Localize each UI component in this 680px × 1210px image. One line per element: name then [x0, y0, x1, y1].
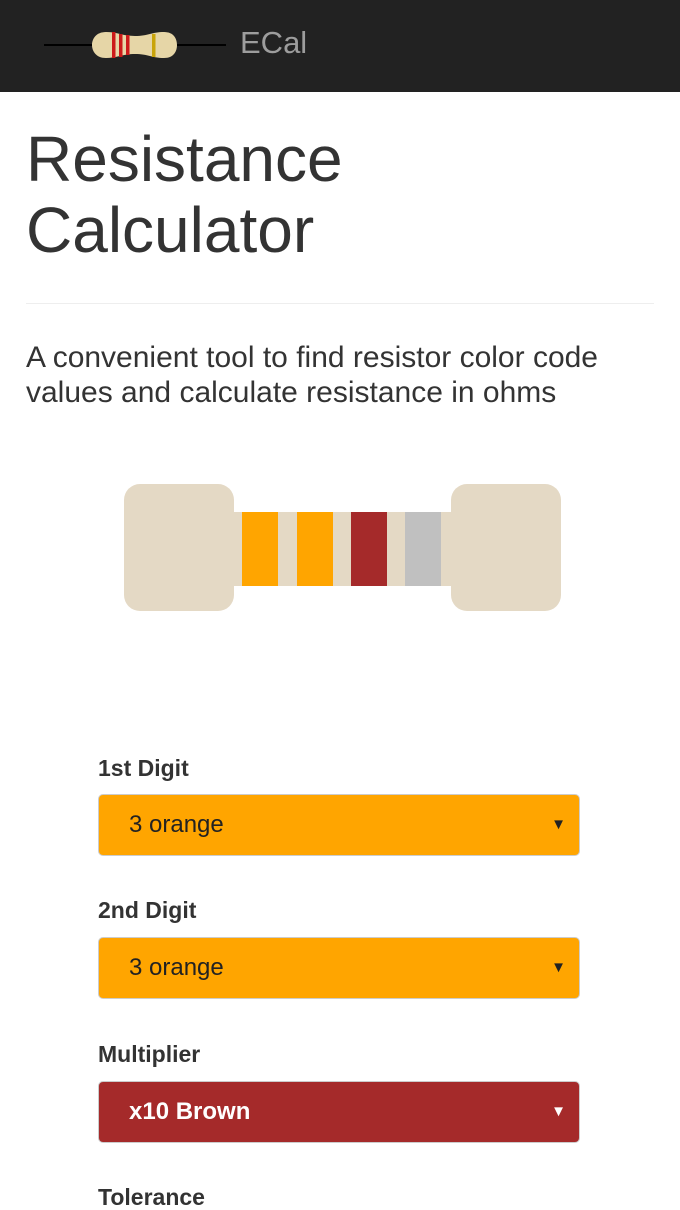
first-digit-value: 3 orange [129, 811, 224, 838]
second-digit-select[interactable]: 3 orange ▼ [98, 937, 580, 999]
first-digit-label: 1st Digit [98, 755, 189, 781]
divider [26, 303, 654, 304]
resistor-band-tolerance [405, 512, 441, 586]
navbar: ECal [0, 0, 680, 92]
chevron-down-icon: ▼ [551, 1103, 566, 1120]
chevron-down-icon: ▼ [551, 816, 566, 833]
resistor-band-1 [242, 512, 278, 586]
resistor-left-cap [124, 484, 234, 611]
second-digit-value: 3 orange [129, 954, 224, 981]
multiplier-value: x10 Brown [129, 1098, 251, 1125]
brand-name[interactable]: ECal [240, 24, 307, 62]
resistor-logo-icon[interactable] [44, 26, 226, 64]
first-digit-select[interactable]: 3 orange ▼ [98, 794, 580, 856]
page-title-line-2: Calculator [26, 194, 315, 266]
multiplier-label: Multiplier [98, 1041, 201, 1067]
resistor-band-multiplier [351, 512, 387, 586]
multiplier-select[interactable]: x10 Brown ▼ [98, 1081, 580, 1143]
page-title-line-1: Resistance [26, 123, 343, 195]
resistor-right-cap [451, 484, 561, 611]
resistor-band-2 [297, 512, 333, 586]
lead-line-1: A convenient tool to find resistor color… [26, 341, 598, 374]
second-digit-label: 2nd Digit [98, 897, 197, 923]
lead-description: A convenient tool to find resistor color… [26, 340, 666, 410]
chevron-down-icon: ▼ [551, 959, 566, 976]
resistor-preview [124, 484, 561, 611]
tolerance-label: Tolerance [98, 1184, 205, 1210]
lead-line-2: values and calculate resistance in ohms [26, 376, 557, 409]
page-title: Resistance Calculator [26, 124, 656, 266]
